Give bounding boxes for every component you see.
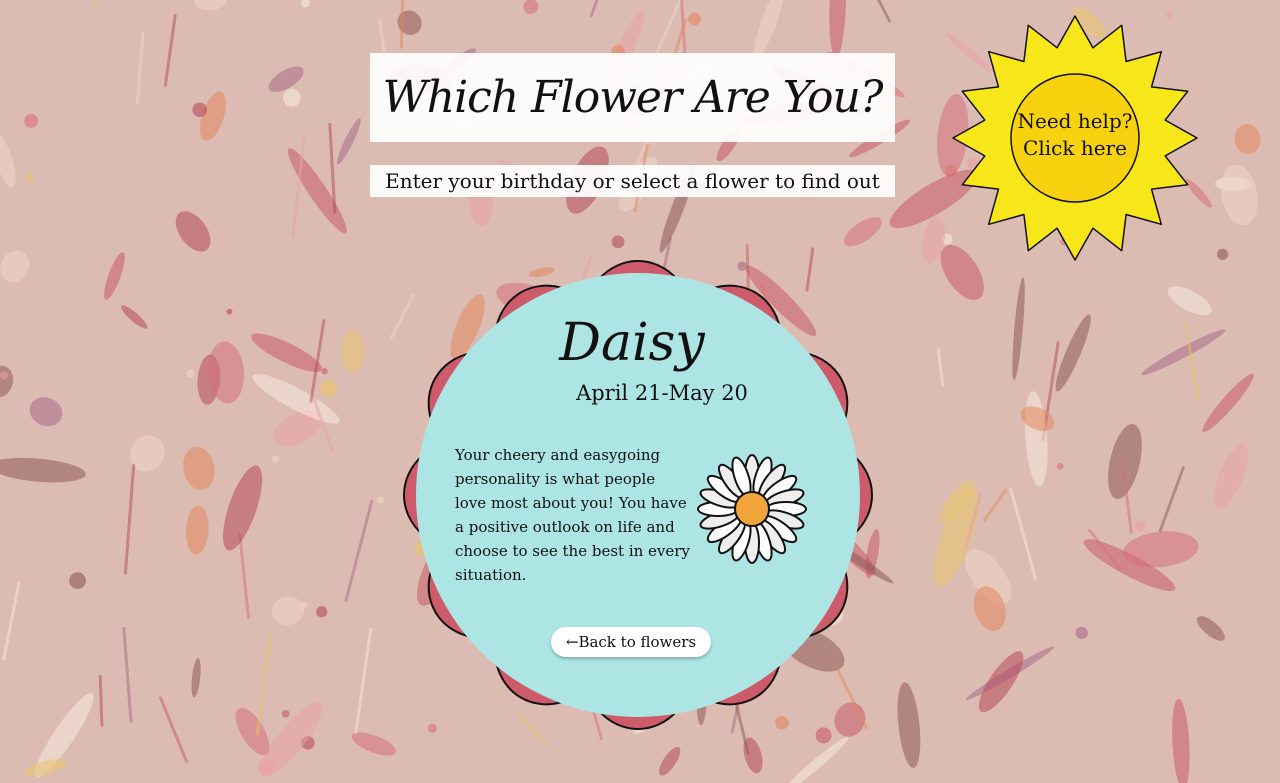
flower-name: Daisy bbox=[559, 313, 705, 373]
flower-description: Your cheery and easygoing personality is… bbox=[455, 446, 690, 584]
daisy-icon bbox=[697, 454, 807, 564]
back-to-flowers-button[interactable]: ←Back to flowers bbox=[551, 627, 711, 657]
flower-date-range: April 21-May 20 bbox=[576, 381, 748, 405]
